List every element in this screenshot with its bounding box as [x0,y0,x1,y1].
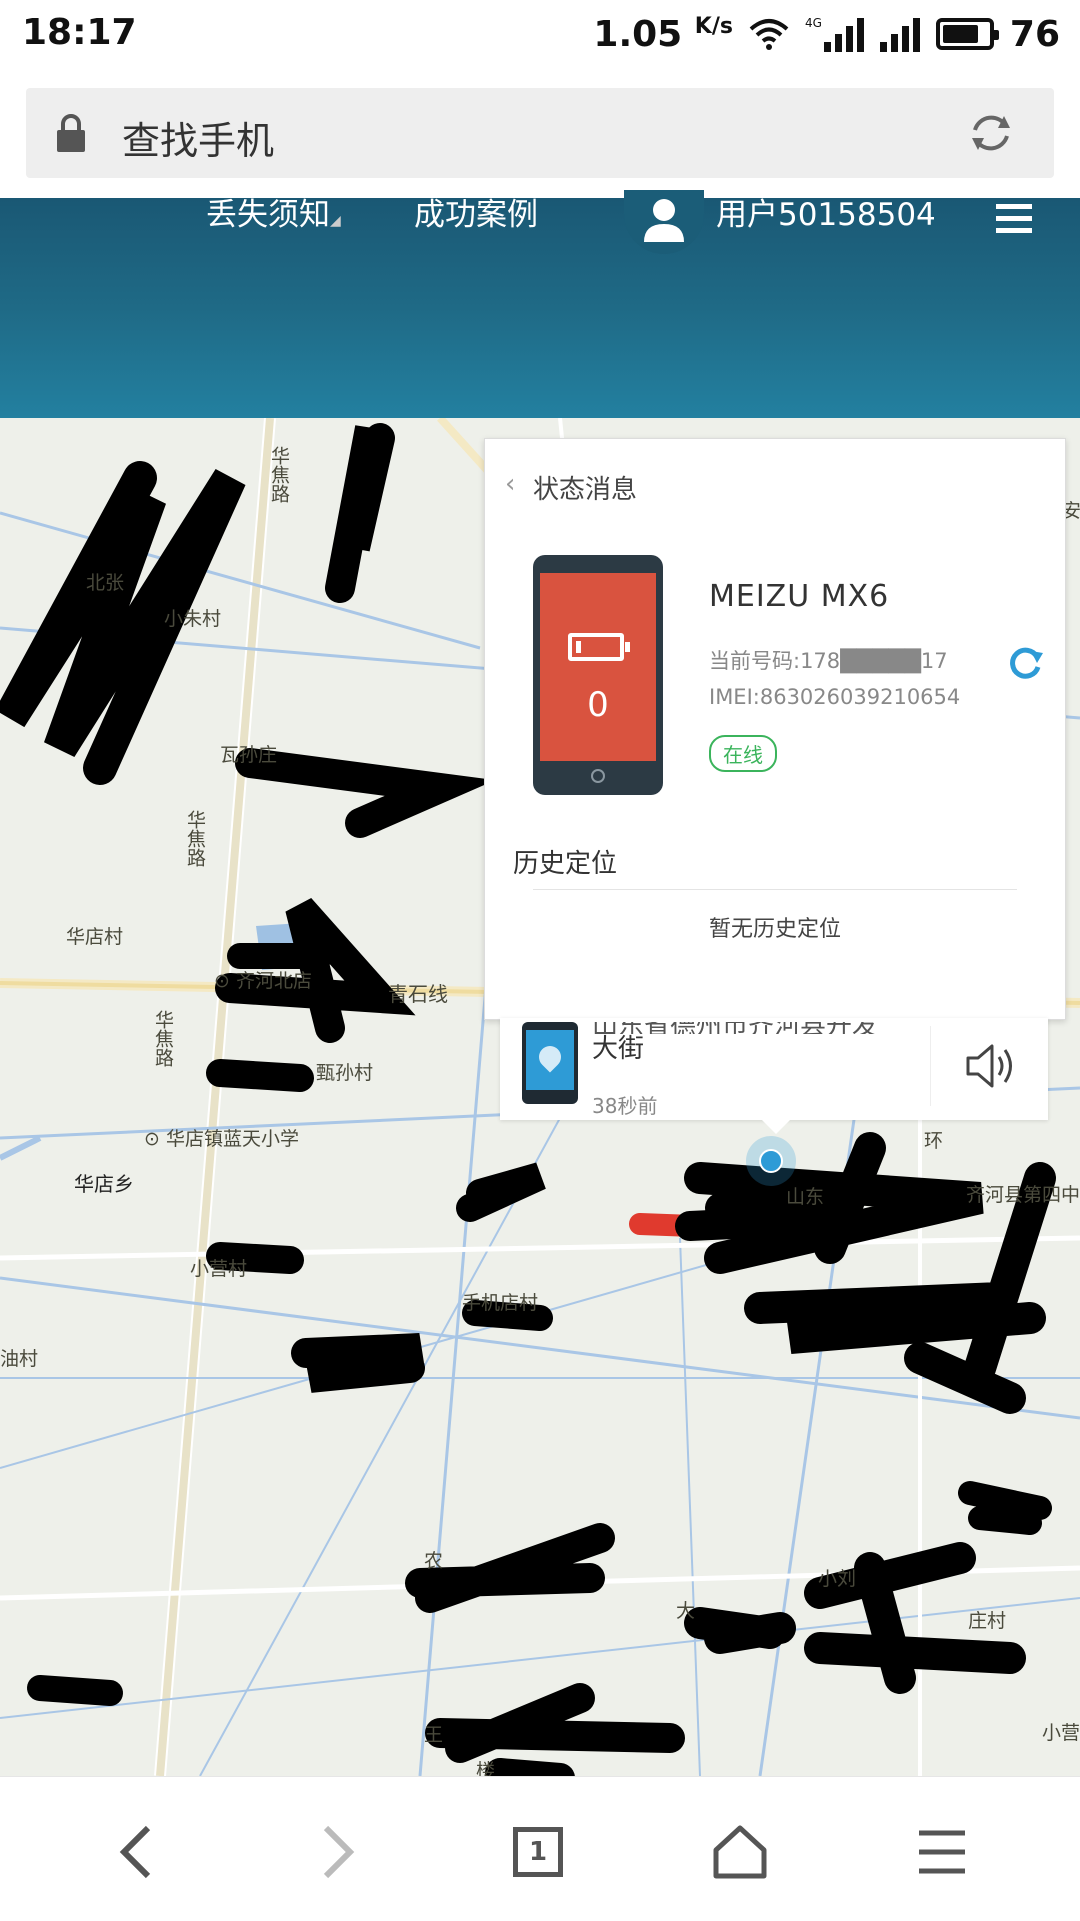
net-speed-unit: K/s [694,13,733,39]
map-label-road: 华焦路 [184,810,206,867]
home-icon[interactable] [700,1817,780,1887]
avatar[interactable] [624,190,704,254]
online-badge: 在线 [709,735,777,772]
menu-icon[interactable] [902,1817,982,1887]
site-header: 丢失须知◢ 成功案例 用户50158504 [0,190,1080,418]
map-label: 华店乡 [74,1172,134,1196]
map-label-poi: ⊙ 华店镇蓝天小学 [144,1128,299,1150]
cell-signal-icon [879,16,920,52]
map-label: 小营村 [190,1258,248,1280]
cell-signal-4g-icon: 4G [805,16,864,52]
map-label: 王 [424,1724,444,1746]
map-label: 甄孙村 [316,1062,374,1084]
map-label: 小朱村 [164,608,222,630]
phone-number: 当前号码:178█████17 [709,649,948,673]
map-label: 瓦孙庄 [220,744,278,766]
map-label: 农 [424,1550,444,1572]
nav-loss-notice[interactable]: 丢失须知◢ [206,198,341,238]
status-panel-title: 状态消息 [533,475,638,505]
history-empty: 暂无历史定位 [708,917,841,942]
map-label: 油村 [0,1348,39,1370]
username[interactable]: 用户50158504 [716,198,936,232]
map-label: 小营 [1042,1722,1080,1744]
device-name: MEIZU MX6 [709,579,890,614]
battery-empty-icon [568,633,630,661]
status-bar: 18:17 1.05 K/s 4G 76 [0,0,1080,72]
map-label: 环 [924,1130,944,1152]
map-label-road: 青石线 [388,982,448,1006]
device-battery-value: 0 [587,685,609,725]
map-label: 大 [676,1600,696,1622]
page-title: 查找手机 [122,119,275,163]
url-bar[interactable]: 查找手机 [26,88,1054,178]
map-label: 北张 [86,572,125,594]
location-marker[interactable] [746,1136,796,1186]
device-home-button [591,769,605,783]
divider [930,1026,931,1106]
wifi-icon [749,19,789,50]
divider [533,889,1017,890]
location-phone-icon [522,1022,578,1104]
map-label: 楼 [476,1760,496,1776]
nav-success-cases[interactable]: 成功案例 [414,198,538,232]
battery-level: 76 [1009,13,1060,55]
device-image: 0 [533,555,663,795]
tabs-icon[interactable]: 1 [498,1817,578,1887]
imei: IMEI:863026039210654 [709,685,961,709]
location-address: 山东省德州市齐河县开发 大街 [592,1022,878,1064]
map-label: 齐河县第四中 [966,1184,1080,1206]
refresh-icon[interactable] [1005,643,1045,683]
map-label: 华店村 [66,926,124,948]
chevron-left-icon[interactable]: ‹ [505,469,515,499]
map-label-road: 华焦路 [268,446,290,503]
lock-icon [57,114,85,152]
map-label: 山东 [786,1186,825,1208]
map-label: 小刘 [818,1568,857,1590]
status-time: 18:17 [22,12,137,53]
speaker-icon[interactable] [964,1042,1016,1090]
map-label-poi: ⊙ 齐河北店 [214,970,312,992]
location-time: 38秒前 [592,1094,658,1118]
forward-arrow-icon[interactable] [298,1817,378,1887]
status-panel: ‹ 状态消息 0 MEIZU MX6 当前号码:178█████17 IMEI:… [484,438,1066,1020]
refresh-icon[interactable] [966,108,1016,158]
location-card[interactable]: 山东省德州市齐河县开发 大街 38秒前 [500,1018,1048,1134]
bottom-nav: 1 [0,1776,1080,1921]
device-screen: 0 [540,573,656,761]
user-icon [644,199,684,242]
net-speed: 1.05 K/s [593,13,733,55]
battery-icon [935,18,999,50]
back-arrow-icon[interactable] [96,1817,176,1887]
hamburger-icon[interactable] [996,204,1032,240]
status-right: 1.05 K/s 4G 76 [593,12,1060,56]
history-title: 历史定位 [513,849,618,879]
map-label: 庄村 [968,1610,1007,1632]
map-label: 手机店村 [462,1292,539,1314]
map-label-road: 华焦路 [152,1010,174,1067]
